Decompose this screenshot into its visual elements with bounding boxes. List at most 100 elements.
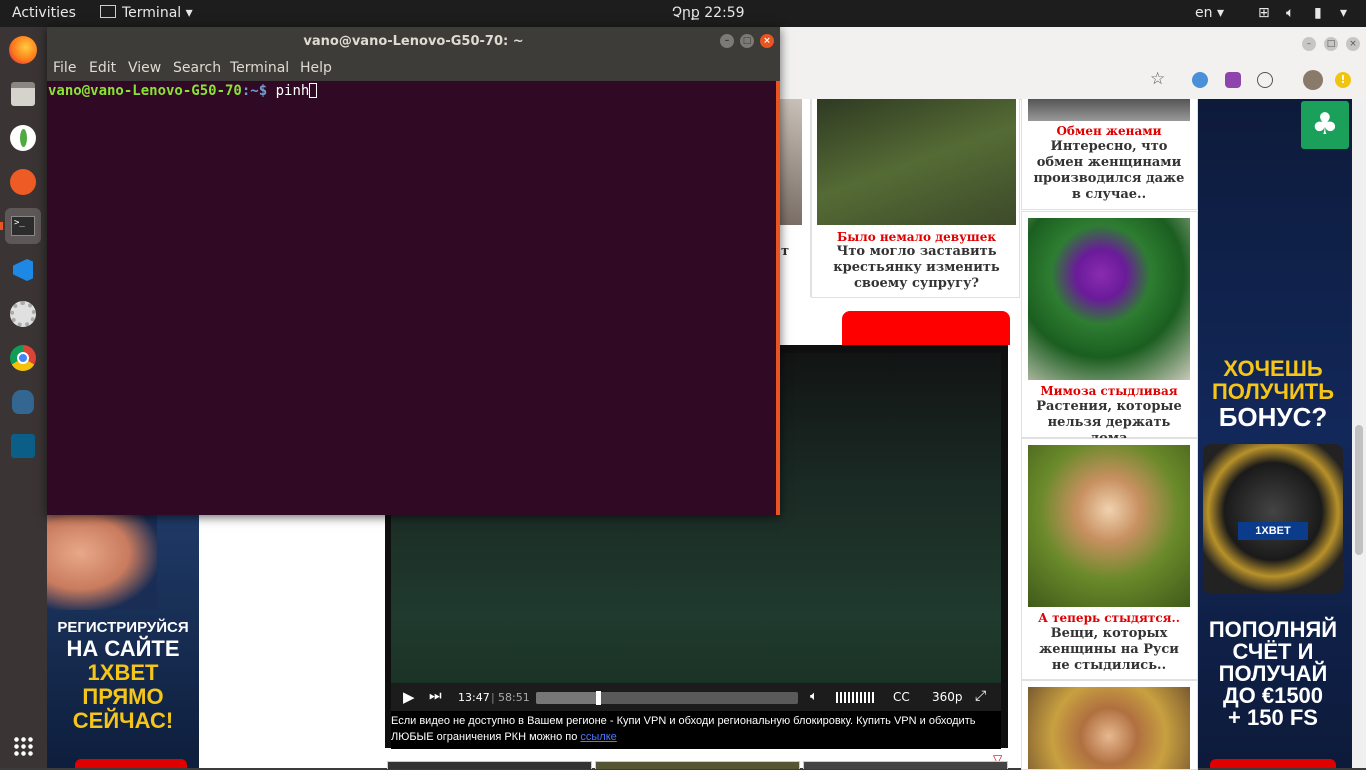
news-card-2-title: Было немало девушек (836, 230, 997, 244)
files-icon[interactable] (5, 76, 41, 112)
ad-right-line-8: + 150 FS (1228, 705, 1318, 730)
news-card-3-title: Мимоза стыдливая (1040, 384, 1178, 398)
terminal-titlebar[interactable]: vano@vano-Lenovo-G50-70: ~ – □ × (47, 27, 780, 56)
ad-left-line-3: 1XBET (87, 660, 159, 685)
mysql-workbench-icon[interactable] (5, 428, 41, 464)
extension-icon[interactable] (1192, 72, 1208, 88)
menu-search[interactable]: Search (173, 60, 221, 76)
ad-right-line-1: ХОЧЕШЬ (1223, 356, 1323, 381)
card-partial-image (780, 99, 802, 225)
right-ad-banner[interactable]: ♣ ХОЧЕШЬ ПОЛУЧИТЬ БОНУС? 1XBET ПОПОЛНЯЙ … (1198, 99, 1352, 768)
activities-button[interactable]: Activities (12, 5, 76, 21)
maximize-icon[interactable]: □ (740, 34, 754, 48)
maximize-icon[interactable]: □ (1324, 37, 1338, 51)
chrome-icon[interactable] (5, 340, 41, 376)
menu-view[interactable]: View (128, 60, 161, 76)
terminal-output[interactable]: vano@vano-Lenovo-G50-70:~$ pinh (47, 81, 776, 515)
clock[interactable]: Չրք 22:59 (672, 5, 745, 21)
news-card-3[interactable]: Мимоза стыдливая Растения, которые нельз… (1021, 211, 1198, 446)
menu-terminal[interactable]: Terminal (230, 60, 289, 76)
network-icon[interactable]: ⊞ (1258, 5, 1270, 21)
volume-icon[interactable]: 🔈︎ (810, 689, 818, 704)
show-applications-icon[interactable] (5, 728, 41, 764)
captions-button[interactable]: CC (893, 690, 910, 704)
progress-bar[interactable] (536, 691, 798, 705)
ad-left-line-1: РЕГИСТРИРУЙСЯ (57, 619, 189, 636)
system-menu-chevron-icon[interactable]: ▾ (1340, 5, 1347, 21)
clover-icon: ♣ (1301, 101, 1349, 149)
menu-file[interactable]: File (53, 60, 76, 76)
prompt-line: vano@vano-Lenovo-G50-70:~$ pinh (48, 83, 318, 99)
news-card-5-image (1028, 687, 1190, 769)
battery-icon[interactable]: ▮ (1314, 5, 1322, 21)
ad-right-line-2: ПОЛУЧИТЬ (1211, 379, 1335, 404)
news-card-1-text: Интересно, что обмен женщинами производи… (1033, 139, 1185, 202)
terminal-window[interactable]: vano@vano-Lenovo-G50-70: ~ – □ × File Ed… (47, 27, 780, 515)
quality-button[interactable]: 360p (932, 690, 963, 704)
news-card-4-image (1028, 445, 1190, 607)
red-tab-button[interactable] (842, 311, 1010, 345)
close-icon[interactable]: × (1346, 37, 1360, 51)
settings-icon[interactable] (5, 296, 41, 332)
minimize-icon[interactable]: – (1302, 37, 1316, 51)
news-card-2-text: Что могло заставить крестьянку изменить … (833, 244, 1000, 291)
page-scrollbar[interactable] (1352, 99, 1366, 768)
volume-slider[interactable] (836, 692, 876, 703)
card-partial-text: т (780, 244, 790, 259)
terminal-app-icon (100, 5, 116, 18)
left-ad-image (47, 515, 157, 610)
ad-right-brand: 1XBET (1238, 522, 1308, 540)
terminal-scrollbar[interactable] (776, 81, 780, 515)
cursor (309, 83, 318, 98)
extension-circle-icon[interactable] (1257, 72, 1273, 88)
dock: >_ (0, 27, 47, 768)
pgadmin-icon[interactable] (5, 384, 41, 420)
mongodb-compass-icon[interactable] (5, 120, 41, 156)
alert-icon[interactable]: ! (1335, 72, 1351, 88)
progress-thumb[interactable] (595, 691, 601, 705)
news-card-4[interactable]: А теперь стыдятся.. Вещи, которых женщин… (1021, 438, 1198, 680)
browser-toolbar: – □ × ☆ ! (780, 27, 1366, 100)
volume-icon[interactable]: 🔈︎ (1286, 5, 1294, 21)
terminal-icon[interactable]: >_ (5, 208, 41, 244)
bookmark-star-icon[interactable]: ☆ (1150, 69, 1165, 89)
prompt-path: :~$ (241, 83, 276, 99)
ad-right-line-3: БОНУС? (1218, 402, 1328, 432)
play-icon[interactable]: ▶ (403, 688, 415, 706)
postman-icon[interactable] (5, 164, 41, 200)
next-icon[interactable]: ⏭︎ (429, 688, 442, 704)
firefox-icon[interactable] (5, 32, 41, 68)
progress-fill (536, 692, 598, 704)
vscode-icon[interactable] (5, 252, 41, 288)
ad-right-cta-button[interactable] (1210, 759, 1336, 768)
current-time: 13:47 (458, 691, 490, 704)
thumbnail-row (385, 761, 1008, 769)
ad-right-line-7: ДО €1500 (1222, 683, 1324, 708)
page-scrollbar-thumb[interactable] (1355, 425, 1363, 555)
close-icon[interactable]: × (760, 34, 774, 48)
left-ad-banner[interactable]: РЕГИСТРИРУЙСЯ НА САЙТЕ 1XBET ПРЯМО СЕЙЧА… (47, 515, 199, 768)
profile-avatar[interactable] (1303, 70, 1323, 90)
extension-purple-icon[interactable] (1225, 72, 1241, 88)
video-notice-link[interactable]: ссылке (580, 731, 616, 743)
active-indicator (0, 222, 3, 230)
app-menu[interactable]: Terminal ▾ (100, 5, 193, 21)
fullscreen-icon[interactable]: ⤢ (975, 688, 986, 704)
news-card-1-image (1028, 99, 1190, 121)
top-panel: Activities Terminal ▾ Չրք 22:59 en ▾ ⊞ 🔈… (0, 0, 1366, 27)
news-card-5[interactable] (1021, 680, 1198, 770)
news-card-2[interactable]: Было немало девушек Что могло заставить … (811, 99, 1020, 298)
chevron-down-icon: ▾ (185, 5, 193, 21)
menu-help[interactable]: Help (300, 60, 332, 76)
ad-left-cta-button[interactable] (75, 759, 187, 768)
card-partial[interactable]: т (780, 99, 811, 297)
news-card-4-text: Вещи, которых женщины на Руси не стыдили… (1039, 626, 1179, 673)
ad-right-line-5: СЧЁТ И (1232, 639, 1314, 664)
minimize-icon[interactable]: – (720, 34, 734, 48)
command-text: pinh (275, 83, 310, 99)
news-card-1[interactable]: Обмен женами Интересно, что обмен женщин… (1021, 99, 1198, 210)
ad-left-line-5: СЕЙЧАС! (72, 708, 174, 733)
language-indicator[interactable]: en ▾ (1195, 5, 1224, 21)
news-card-1-title: Обмен женами (1056, 124, 1162, 138)
menu-edit[interactable]: Edit (89, 60, 116, 76)
